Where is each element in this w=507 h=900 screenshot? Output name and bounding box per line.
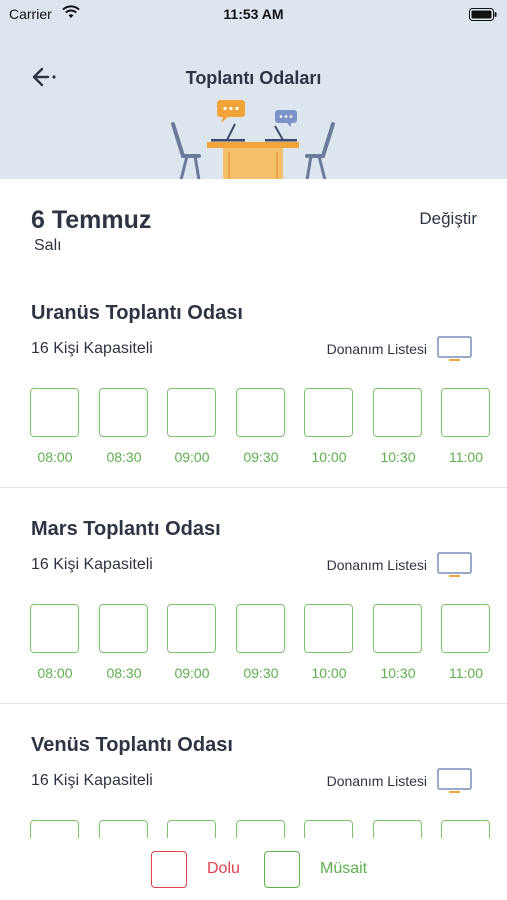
change-date-button[interactable]: Değiştir xyxy=(419,209,477,229)
date-section: 6 Temmuz Salı Değiştir xyxy=(31,206,477,266)
time-slot[interactable]: 10:30 xyxy=(373,604,423,681)
slot-box[interactable] xyxy=(373,388,422,437)
slot-time: 08:30 xyxy=(106,665,142,681)
slot-time: 10:30 xyxy=(380,665,416,681)
time-slot[interactable]: 08:00 xyxy=(30,388,80,465)
status-time: 11:53 AM xyxy=(223,6,284,22)
time-slot[interactable]: 08:00 xyxy=(30,604,80,681)
slot-box[interactable] xyxy=(30,604,79,653)
time-slot[interactable]: 11:00 xyxy=(441,604,491,681)
status-bar: Carrier 11:53 AM xyxy=(0,0,507,30)
time-slot[interactable]: 08:30 xyxy=(99,604,149,681)
slot-box[interactable] xyxy=(373,604,422,653)
available-legend-label: Müsait xyxy=(320,860,368,877)
slot-time: 08:30 xyxy=(106,449,142,465)
room-capacity: 16 Kişi Kapasiteli xyxy=(31,556,153,573)
room-name: Uranüs Toplantı Odası xyxy=(31,302,243,324)
time-slot[interactable]: 09:00 xyxy=(167,388,217,465)
time-slot[interactable]: 11:00 xyxy=(441,388,491,465)
monitor-icon xyxy=(437,552,472,577)
equipment-list-label: Donanım Listesi xyxy=(326,773,427,789)
monitor-icon xyxy=(437,336,472,361)
battery-icon xyxy=(469,8,497,21)
time-slot[interactable]: 08:30 xyxy=(99,388,149,465)
time-slot[interactable]: 09:00 xyxy=(167,604,217,681)
slot-time: 10:00 xyxy=(311,665,347,681)
page-title: Toplantı Odaları xyxy=(185,68,322,88)
slot-box[interactable] xyxy=(99,388,148,437)
slot-box[interactable] xyxy=(304,604,353,653)
room-capacity: 16 Kişi Kapasiteli xyxy=(31,772,153,789)
monitor-icon xyxy=(437,768,472,793)
equipment-list-button[interactable]: Donanım Listesi xyxy=(327,336,473,362)
time-slot[interactable]: 10:00 xyxy=(304,604,354,681)
slot-time: 09:30 xyxy=(243,449,279,465)
slot-time: 11:00 xyxy=(449,449,483,465)
slot-time: 09:00 xyxy=(174,665,210,681)
slot-time: 08:00 xyxy=(37,665,73,681)
slot-time: 10:30 xyxy=(380,449,416,465)
available-legend-box xyxy=(264,851,300,888)
divider xyxy=(0,703,507,704)
equipment-list-label: Donanım Listesi xyxy=(326,341,427,357)
availability-legend: Dolu Müsait xyxy=(0,838,507,900)
room-name: Venüs Toplantı Odası xyxy=(31,734,233,756)
slot-box[interactable] xyxy=(304,388,353,437)
equipment-list-label: Donanım Listesi xyxy=(326,557,427,573)
slot-box[interactable] xyxy=(167,604,216,653)
room-name: Mars Toplantı Odası xyxy=(31,518,221,540)
slot-time: 09:30 xyxy=(243,665,279,681)
equipment-list-button[interactable]: Donanım Listesi xyxy=(327,768,473,794)
slot-box[interactable] xyxy=(99,604,148,653)
meeting-room-illustration xyxy=(171,100,335,179)
slot-box[interactable] xyxy=(441,388,490,437)
time-slot[interactable]: 09:30 xyxy=(236,388,286,465)
slot-box[interactable] xyxy=(236,388,285,437)
time-slot[interactable]: 10:30 xyxy=(373,388,423,465)
occupied-legend-box xyxy=(151,851,187,888)
slot-time: 11:00 xyxy=(449,665,483,681)
equipment-list-button[interactable]: Donanım Listesi xyxy=(327,552,473,578)
divider xyxy=(0,487,507,488)
slot-time: 09:00 xyxy=(174,449,210,465)
time-slot[interactable]: 10:00 xyxy=(304,388,354,465)
header: Toplantı Odaları xyxy=(0,30,507,179)
slot-box[interactable] xyxy=(236,604,285,653)
slot-box[interactable] xyxy=(30,388,79,437)
room-capacity: 16 Kişi Kapasiteli xyxy=(31,340,153,357)
slot-box[interactable] xyxy=(441,604,490,653)
selected-date: 6 Temmuz xyxy=(31,206,152,234)
slot-time: 08:00 xyxy=(37,449,73,465)
selected-day: Salı xyxy=(34,237,62,254)
occupied-legend-label: Dolu xyxy=(207,860,240,877)
slot-time: 10:00 xyxy=(311,449,347,465)
slot-box[interactable] xyxy=(167,388,216,437)
time-slot[interactable]: 09:30 xyxy=(236,604,286,681)
